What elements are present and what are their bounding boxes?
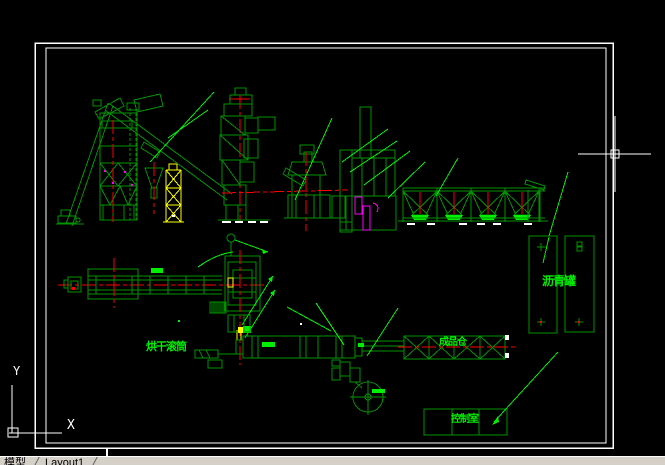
mixing-tower xyxy=(218,87,276,223)
tab-edge-icon xyxy=(89,457,98,465)
inclined-conveyor xyxy=(65,93,164,227)
tab-model[interactable]: 模型 xyxy=(0,457,30,465)
layout-tab-bar: 模型 Layout1 xyxy=(0,456,665,465)
label-control-room: 控制室 xyxy=(451,414,479,425)
tick-mark xyxy=(106,448,108,456)
tab-edge-icon xyxy=(31,457,40,465)
weigh-hopper xyxy=(140,141,164,214)
label-dryer-drum: 烘干滚筒 xyxy=(146,341,187,353)
crosshair-cursor xyxy=(578,116,651,192)
discharge-bay xyxy=(221,144,349,231)
ucs-x-label: X xyxy=(67,418,75,433)
drawing-canvas[interactable] xyxy=(0,0,665,465)
ucs-y-label: Y xyxy=(13,364,21,378)
plant-elevation-view xyxy=(56,87,548,233)
exhaust-fan xyxy=(331,359,386,415)
control-room-box xyxy=(423,351,559,436)
baghouse-dust-collector xyxy=(331,106,397,233)
leader-lines-middle xyxy=(234,239,276,339)
label-finished-storage: 成品仓 xyxy=(439,337,467,348)
tab-layout1[interactable]: Layout1 xyxy=(41,457,88,465)
cad-viewport[interactable]: 烘干滚筒 成品仓 沥青罐 控制室 Y X 模型 Layout1 xyxy=(0,0,665,465)
cold-feed-bins xyxy=(398,179,548,225)
sheet-frame xyxy=(34,42,614,456)
label-asphalt-tanks: 沥青罐 xyxy=(542,274,576,288)
radiator xyxy=(209,301,227,314)
yellow-support-tower xyxy=(163,163,184,223)
